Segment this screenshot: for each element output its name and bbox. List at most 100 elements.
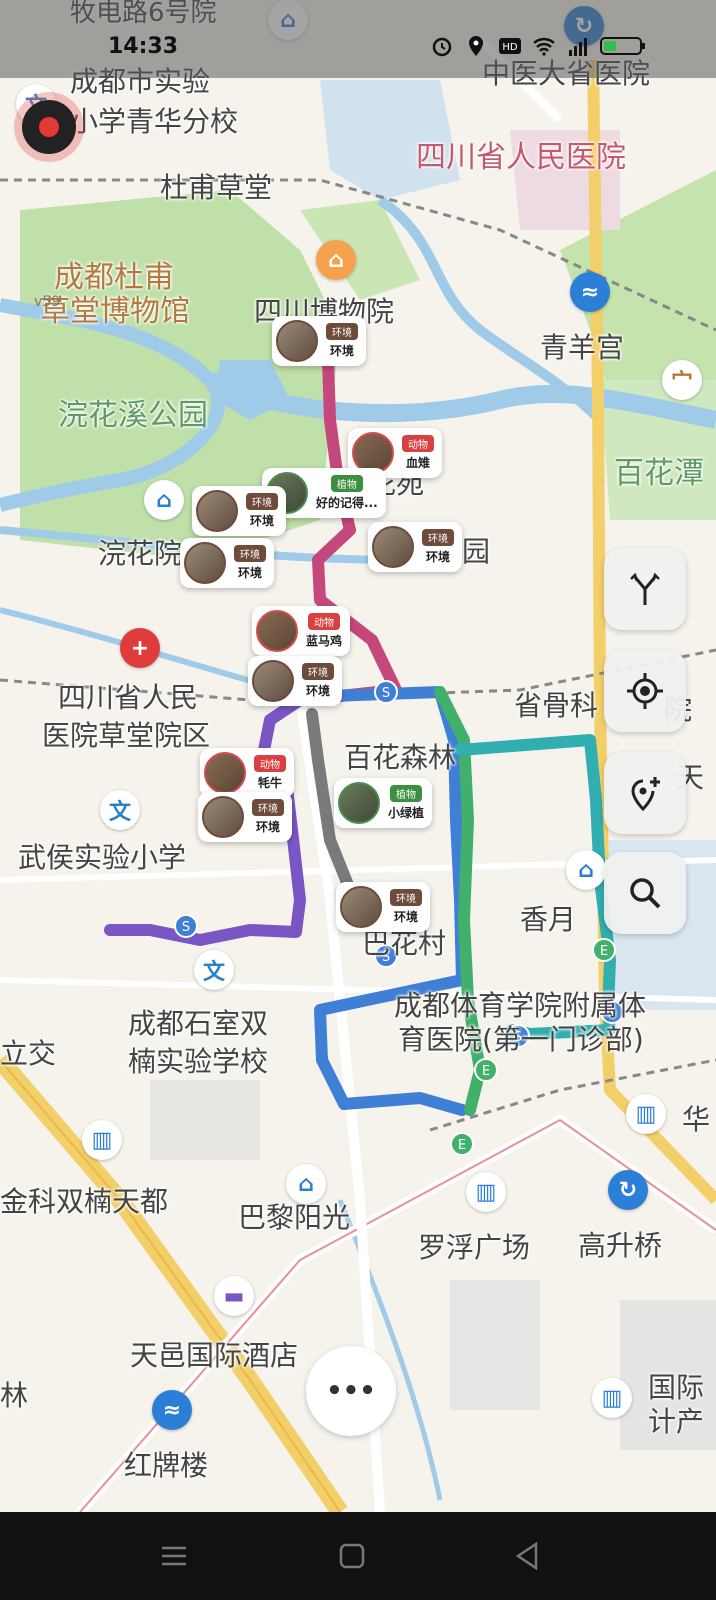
back-icon[interactable]	[508, 1536, 548, 1576]
observation-thumbnail	[256, 610, 298, 652]
map-label: 武侯实验小学	[18, 841, 187, 874]
record-button[interactable]	[22, 100, 76, 154]
map-label: 四川省人民	[58, 681, 199, 714]
building-poi-icon[interactable]: ▥	[82, 1120, 122, 1160]
residence-poi-icon[interactable]: ⌂	[286, 1164, 326, 1204]
route-start-marker[interactable]: S	[374, 680, 398, 704]
status-time: 14:33	[108, 34, 179, 59]
map-label: 省骨科	[514, 689, 599, 722]
observation-thumbnail	[202, 796, 244, 838]
observation-tag: 环境	[326, 323, 358, 340]
building-poi-icon[interactable]: ▥	[626, 1094, 666, 1134]
map-label: 金科双楠天都	[0, 1185, 169, 1218]
observation-thumbnail	[340, 886, 382, 928]
observation-thumbnail	[276, 320, 318, 362]
route-start-marker[interactable]: S	[174, 914, 198, 938]
svg-text:S: S	[182, 920, 190, 935]
temple-poi-icon[interactable]: ≈	[152, 1390, 192, 1430]
observation-text: 环境 环境	[422, 529, 454, 565]
observation-name: 蓝马鸡	[306, 634, 343, 648]
route-split-icon	[630, 572, 660, 605]
observation-name: 环境	[237, 566, 262, 580]
route-end-marker[interactable]: E	[450, 1132, 474, 1156]
residence-poi-icon[interactable]: ⌂	[566, 850, 606, 890]
version-label: v59	[34, 294, 61, 310]
observation-tag: 植物	[330, 475, 363, 492]
map-label: 罗浮广场	[418, 1231, 531, 1264]
observation-card[interactable]: 环境 环境	[192, 486, 286, 536]
map-label: 百花潭	[614, 456, 704, 491]
home-icon[interactable]	[332, 1536, 372, 1576]
observation-text: 动物 血雉	[402, 435, 434, 471]
map-label: 杜甫草堂	[160, 171, 273, 204]
pavilion-poi-icon[interactable]: 宀	[662, 360, 702, 400]
observation-tag: 环境	[302, 663, 334, 680]
map-label: 四川省人民医院	[416, 140, 626, 175]
building-poi-icon[interactable]: ▥	[466, 1172, 506, 1212]
hospital-poi-icon[interactable]: +	[120, 628, 160, 668]
more-button[interactable]: •••	[306, 1346, 396, 1436]
observation-text: 环境 环境	[234, 545, 266, 581]
observation-tag: 动物	[402, 435, 434, 452]
observation-card[interactable]: 环境 环境	[180, 538, 274, 588]
observation-name: 好的记得...	[316, 496, 378, 510]
map-label: 红牌楼	[124, 1449, 209, 1482]
observation-card[interactable]: 环境 环境	[198, 792, 292, 842]
add-pin-button[interactable]	[604, 752, 686, 834]
observation-card[interactable]: 环境 环境	[248, 656, 342, 706]
battery-icon	[600, 37, 645, 55]
observation-text: 环境 环境	[326, 323, 358, 359]
observation-name: 血雉	[405, 456, 430, 470]
svg-text:HD: HD	[502, 42, 518, 53]
location-icon	[469, 36, 483, 56]
menu-icon[interactable]	[154, 1536, 194, 1576]
locate-icon	[627, 673, 663, 709]
observation-text: 环境 环境	[390, 889, 422, 925]
map-label: 百花森林	[344, 741, 457, 774]
temple-poi-icon[interactable]: ≈	[570, 272, 610, 312]
route-button[interactable]	[604, 548, 686, 630]
map-label: 高升桥	[578, 1229, 663, 1262]
observation-text: 植物好的记得...	[316, 475, 378, 511]
observation-card[interactable]: 环境 环境	[272, 316, 366, 366]
observation-card[interactable]: 植物 小绿植	[334, 778, 433, 828]
wifi-icon	[533, 38, 555, 56]
observation-name: 环境	[425, 550, 450, 564]
locate-button[interactable]	[604, 650, 686, 732]
culture-poi-icon[interactable]: 文	[100, 790, 140, 830]
observation-card[interactable]: 动物 牦牛	[200, 748, 294, 798]
observation-text: 环境 环境	[302, 663, 334, 699]
hd-icon: HD	[499, 38, 521, 54]
observation-thumbnail	[252, 660, 294, 702]
route-end-marker[interactable]: E	[592, 938, 616, 962]
search-button[interactable]	[604, 852, 686, 934]
observation-text: 动物 蓝马鸡	[306, 613, 342, 649]
culture-poi-icon[interactable]: 文	[194, 950, 234, 990]
svg-text:E: E	[482, 1064, 490, 1079]
system-nav-bar	[0, 1512, 716, 1600]
map-label: 香月	[520, 903, 577, 936]
observation-tag: 环境	[246, 493, 278, 510]
museum-poi-icon[interactable]: ⌂	[316, 240, 356, 280]
map-label: 小学青华分校	[70, 105, 239, 138]
svg-text:S: S	[382, 686, 390, 701]
observation-name: 小绿植	[388, 806, 425, 820]
add-pin-icon	[631, 777, 660, 812]
interchange-poi-icon[interactable]: ↻	[608, 1170, 648, 1210]
observation-thumbnail	[196, 490, 238, 532]
route-end-marker[interactable]: E	[474, 1058, 498, 1082]
building-poi-icon[interactable]: ▥	[592, 1378, 632, 1418]
map-label: 计产	[648, 1405, 705, 1438]
map-label: 浣花溪公园	[58, 398, 208, 433]
observation-tag: 环境	[422, 529, 454, 546]
hotel-poi-icon[interactable]: ▬	[214, 1276, 254, 1316]
status-bar: 14:33 HD	[0, 0, 716, 78]
map-label: 成都石室双	[128, 1007, 269, 1040]
observation-tag: 环境	[252, 799, 284, 816]
observation-name: 环境	[255, 820, 280, 834]
observation-card[interactable]: 环境 环境	[336, 882, 430, 932]
observation-card[interactable]: 动物 蓝马鸡	[252, 606, 351, 656]
residence-poi-icon[interactable]: ⌂	[144, 480, 184, 520]
observation-thumbnail	[184, 542, 226, 584]
observation-card[interactable]: 环境 环境	[368, 522, 462, 572]
